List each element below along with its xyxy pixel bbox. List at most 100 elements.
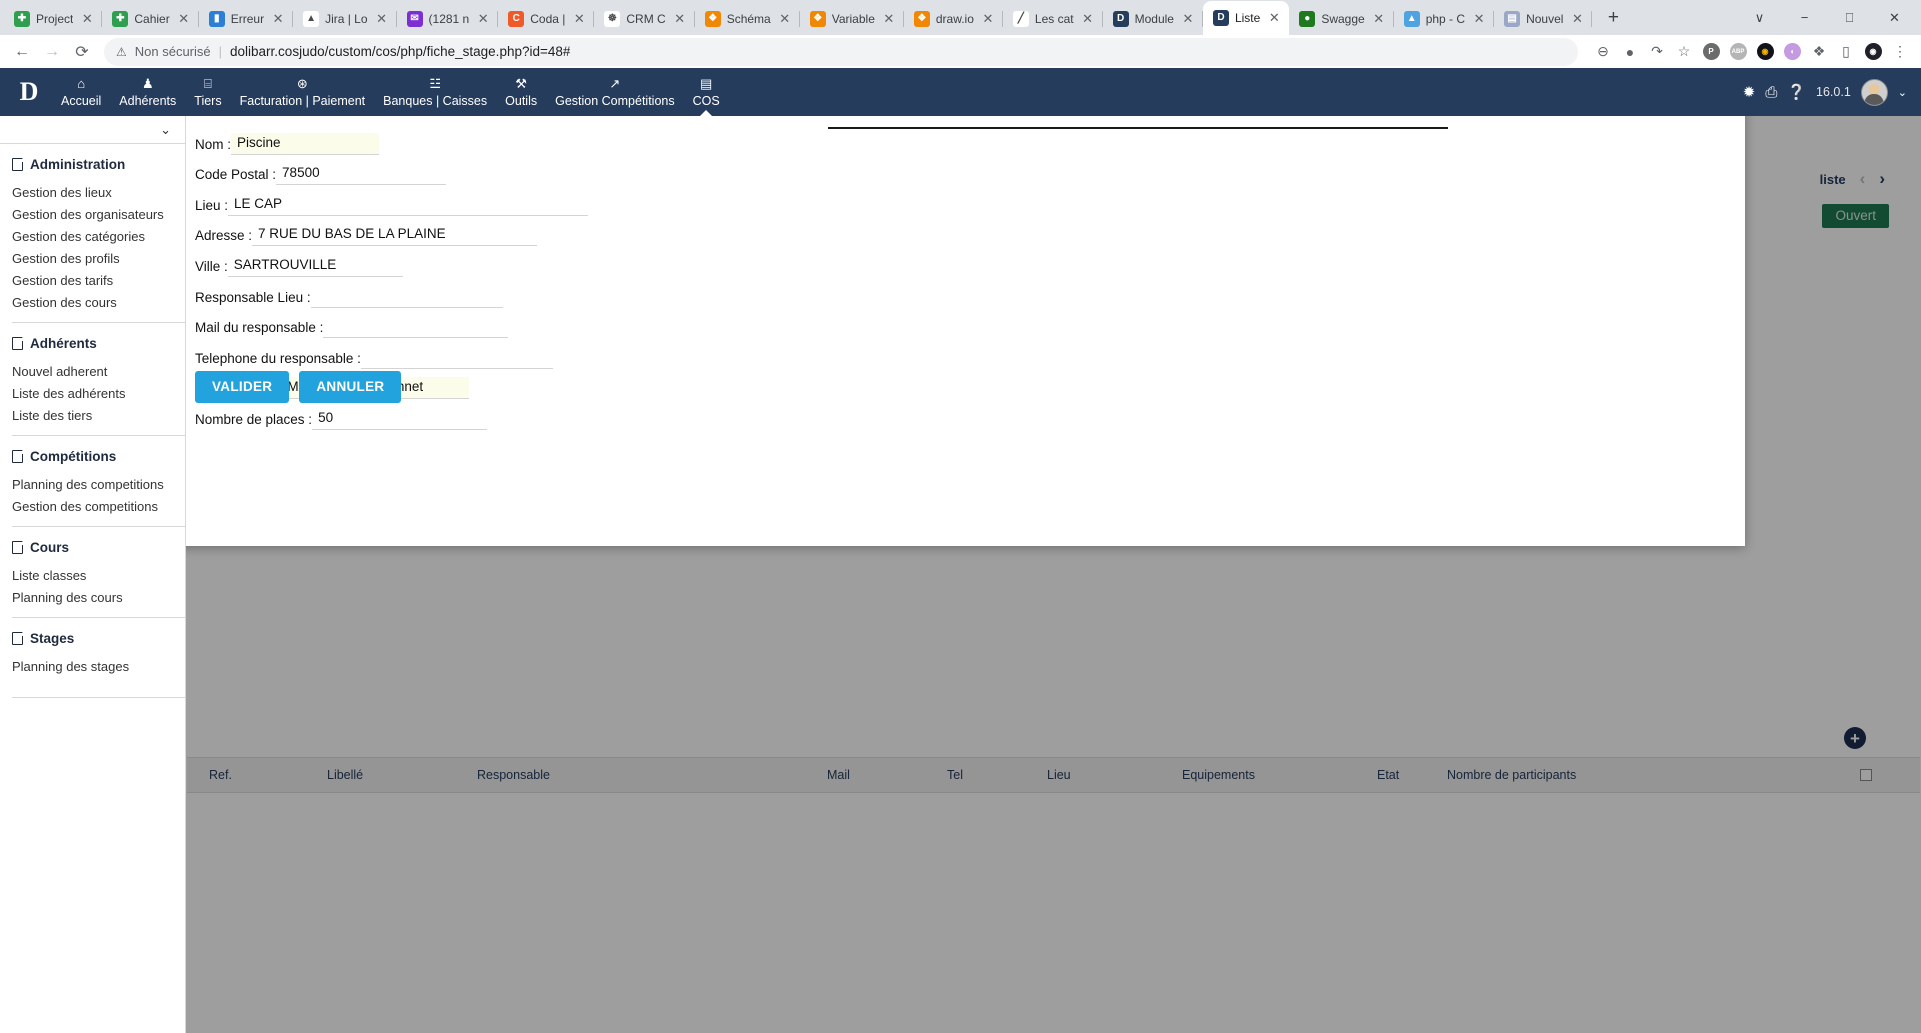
ghostery-icon[interactable]: ◉: [1752, 39, 1778, 65]
nav-item-accueil[interactable]: ⌂ Accueil: [52, 68, 110, 116]
browser-tab[interactable]: ╱ Les cat ✕: [1003, 3, 1103, 35]
nav-item-outils[interactable]: ⚒ Outils: [496, 68, 546, 116]
sidebar-item-gestion-des-lieux[interactable]: Gestion des lieux: [0, 181, 185, 203]
sidebar-item-planning-des-competitions[interactable]: Planning des competitions: [0, 473, 185, 495]
browser-tab[interactable]: ✚ Project ✕: [4, 3, 103, 35]
tab-close-icon[interactable]: ✕: [980, 11, 996, 27]
pinterest-icon[interactable]: P: [1698, 39, 1724, 65]
field-input-telephone-du-responsable[interactable]: [360, 346, 553, 369]
form-row: Nombre de places :: [195, 399, 588, 430]
tab-close-icon[interactable]: ✕: [475, 11, 491, 27]
sidebar-item-gestion-des-cat-gories[interactable]: Gestion des catégories: [0, 225, 185, 247]
sidepanel-icon[interactable]: ▯: [1833, 39, 1859, 65]
nav-item-facturation-paiement[interactable]: ⊛ Facturation | Paiement: [231, 68, 375, 116]
field-input-nombre-de-places[interactable]: [312, 407, 488, 430]
nav-item-gestion-comp-titions[interactable]: ↗ Gestion Compétitions: [546, 68, 684, 116]
tab-close-icon[interactable]: ✕: [881, 11, 897, 27]
nav-item-banques-caisses[interactable]: ☳ Banques | Caisses: [374, 68, 496, 116]
bookmark-star-icon[interactable]: ☆: [1671, 39, 1697, 65]
browser-tab[interactable]: ❖ draw.io ✕: [904, 3, 1003, 35]
adblock-plus-icon[interactable]: ABP: [1725, 39, 1751, 65]
tab-close-icon[interactable]: ✕: [1180, 11, 1196, 27]
field-input-nom[interactable]: [231, 132, 380, 155]
tab-close-icon[interactable]: ✕: [672, 11, 688, 27]
avatar[interactable]: [1860, 78, 1888, 106]
sidebar-item-liste-des-adh-rents[interactable]: Liste des adhérents: [0, 382, 185, 404]
nav-item-cos[interactable]: ▤ COS: [684, 68, 729, 116]
sidebar-item-gestion-des-cours[interactable]: Gestion des cours: [0, 291, 185, 313]
browser-tab[interactable]: ❖ Schéma ✕: [695, 3, 800, 35]
browser-tab[interactable]: D Module ✕: [1103, 3, 1203, 35]
sidebar-item-liste-des-tiers[interactable]: Liste des tiers: [0, 404, 185, 426]
browser-tab[interactable]: ▤ Nouvel ✕: [1494, 3, 1593, 35]
sidebar-item-planning-des-cours[interactable]: Planning des cours: [0, 586, 185, 608]
sidebar-item-gestion-des-competitions[interactable]: Gestion des competitions: [0, 495, 185, 517]
dolibarr-logo[interactable]: D: [6, 68, 52, 116]
bug-icon[interactable]: ✹: [1743, 83, 1756, 101]
tab-close-icon[interactable]: ✕: [1569, 11, 1585, 27]
new-tab-button[interactable]: +: [1598, 3, 1628, 33]
field-input-responsable-lieu[interactable]: [310, 285, 503, 308]
browser-tab[interactable]: ▲ php - C ✕: [1394, 3, 1495, 35]
tab-close-icon[interactable]: ✕: [571, 11, 587, 27]
sidebar-item-liste-classes[interactable]: Liste classes: [0, 564, 185, 586]
tab-close-icon[interactable]: ✕: [1266, 10, 1282, 26]
window-maximize-icon[interactable]: ⎕: [1827, 2, 1872, 34]
forward-icon[interactable]: →: [38, 38, 66, 66]
share-icon[interactable]: ↷: [1644, 39, 1670, 65]
sidebar-group-header[interactable]: Cours: [0, 527, 185, 564]
validate-button[interactable]: VALIDER: [195, 371, 290, 403]
browser-tab[interactable]: ▮ Erreur ✕: [199, 3, 294, 35]
extensions-puzzle-icon[interactable]: ❖: [1806, 39, 1832, 65]
window-more-icon[interactable]: ∨: [1737, 2, 1782, 34]
tab-close-icon[interactable]: ✕: [1080, 11, 1096, 27]
tab-close-icon[interactable]: ✕: [79, 11, 95, 27]
printer-icon[interactable]: ⎙: [1765, 84, 1777, 101]
sidebar-group-header[interactable]: Administration: [0, 144, 185, 181]
sidebar-item-gestion-des-profils[interactable]: Gestion des profils: [0, 247, 185, 269]
help-icon[interactable]: ❔: [1787, 83, 1806, 101]
location-pin-icon[interactable]: ●: [1617, 39, 1643, 65]
window-minimize-icon[interactable]: −: [1782, 2, 1827, 34]
browser-tab[interactable]: ☸ CRM C ✕: [594, 3, 695, 35]
field-input-lieu[interactable]: [228, 193, 589, 216]
browser-tab[interactable]: C Coda | ✕: [498, 3, 595, 35]
tab-close-icon[interactable]: ✕: [777, 11, 793, 27]
chevron-down-icon[interactable]: ⌄: [1898, 86, 1907, 99]
browser-tab[interactable]: D Liste ✕: [1202, 1, 1290, 35]
nav-item-tiers[interactable]: ⌸ Tiers: [185, 68, 230, 116]
sidebar-group-header[interactable]: Adhérents: [0, 323, 185, 360]
sidebar-item-gestion-des-organisateurs[interactable]: Gestion des organisateurs: [0, 203, 185, 225]
browser-tab[interactable]: ● Swagge ✕: [1289, 3, 1394, 35]
field-input-mail-du-responsable[interactable]: [323, 316, 509, 339]
window-close-icon[interactable]: ✕: [1872, 2, 1917, 34]
browser-tab[interactable]: ✉ (1281 n ✕: [397, 3, 499, 35]
browser-tab[interactable]: ▲ Jira | Lo ✕: [293, 3, 397, 35]
reload-icon[interactable]: ⟳: [68, 38, 96, 66]
browser-tab[interactable]: ✚ Cahier ✕: [102, 3, 199, 35]
field-input-code-postal[interactable]: [276, 163, 447, 186]
sidebar-item-nouvel-adherent[interactable]: Nouvel adherent: [0, 360, 185, 382]
tab-close-icon[interactable]: ✕: [1371, 11, 1387, 27]
sidebar-collapse-button[interactable]: ⌄: [0, 116, 185, 144]
field-input-ville[interactable]: [227, 254, 403, 277]
sidebar-item-gestion-des-tarifs[interactable]: Gestion des tarifs: [0, 269, 185, 291]
tab-close-icon[interactable]: ✕: [270, 11, 286, 27]
profile-avatar-icon[interactable]: ◉: [1860, 39, 1886, 65]
back-icon[interactable]: ←: [8, 38, 36, 66]
sidebar-group-header[interactable]: Compétitions: [0, 436, 185, 473]
cancel-button[interactable]: ANNULER: [299, 371, 402, 403]
tab-close-icon[interactable]: ✕: [374, 11, 390, 27]
sidebar-item-planning-des-stages[interactable]: Planning des stages: [0, 655, 185, 677]
sidebar-group-header[interactable]: Stages: [0, 618, 185, 655]
tab-close-icon[interactable]: ✕: [176, 11, 192, 27]
places-list-panel: Liste des lieux:: [828, 116, 1448, 129]
zoom-out-icon[interactable]: ⊖: [1590, 39, 1616, 65]
chrome-menu-icon[interactable]: ⋮: [1887, 39, 1913, 65]
browser-tab[interactable]: ❖ Variable ✕: [800, 3, 904, 35]
nav-item-adh-rents[interactable]: ♟ Adhérents: [110, 68, 185, 116]
colorpick-icon[interactable]: ◖: [1779, 39, 1805, 65]
address-bar[interactable]: ⚠ Non sécurisé | dolibarr.cosjudo/custom…: [104, 37, 1578, 66]
tab-close-icon[interactable]: ✕: [1471, 11, 1487, 27]
field-input-adresse[interactable]: [252, 224, 538, 247]
